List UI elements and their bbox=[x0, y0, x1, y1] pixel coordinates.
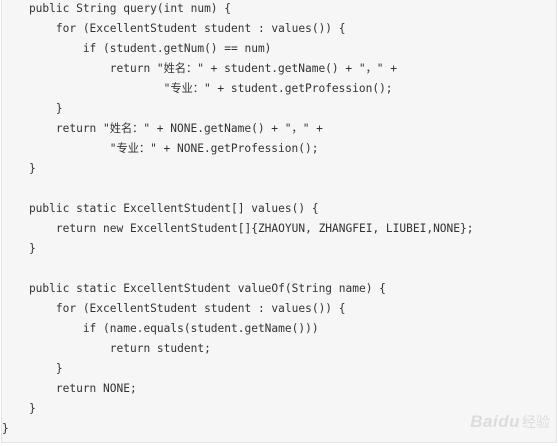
code-block: public String query(int num) { for (Exce… bbox=[1, 0, 557, 443]
code-line-21: } bbox=[2, 402, 36, 415]
code-line-22: } bbox=[2, 422, 9, 435]
code-line-13: } bbox=[2, 242, 36, 255]
code-line-7: return "姓名：" + NONE.getName() + "，" + bbox=[2, 122, 323, 135]
code-line-12: return new ExcellentStudent[]{ZHAOYUN, Z… bbox=[2, 222, 474, 235]
code-line-3: if (student.getNum() == num) bbox=[2, 42, 272, 55]
code-line-9: } bbox=[2, 162, 36, 175]
watermark-suffix: 经验 bbox=[522, 415, 550, 431]
code-line-2: for (ExcellentStudent student : values()… bbox=[2, 22, 346, 35]
code-line-20: return NONE; bbox=[2, 382, 137, 395]
code-line-1: public String query(int num) { bbox=[2, 2, 232, 15]
code-line-15: public static ExcellentStudent valueOf(S… bbox=[2, 282, 386, 295]
code-line-17: if (name.equals(student.getName())) bbox=[2, 322, 319, 335]
code-line-11: public static ExcellentStudent[] values(… bbox=[2, 202, 319, 215]
code-line-8: "专业：" + NONE.getProfession(); bbox=[2, 142, 319, 155]
code-line-16: for (ExcellentStudent student : values()… bbox=[2, 302, 346, 315]
code-line-19: } bbox=[2, 362, 63, 375]
baidu-jingyan-watermark: Baidu 经验 bbox=[470, 412, 550, 432]
watermark-brand: Baidu bbox=[470, 412, 520, 431]
code-line-18: return student; bbox=[2, 342, 211, 355]
code-line-5: "专业：" + student.getProfession(); bbox=[2, 82, 393, 95]
code-line-6: } bbox=[2, 102, 63, 115]
code-line-4: return "姓名：" + student.getName() + "，" + bbox=[2, 62, 397, 75]
